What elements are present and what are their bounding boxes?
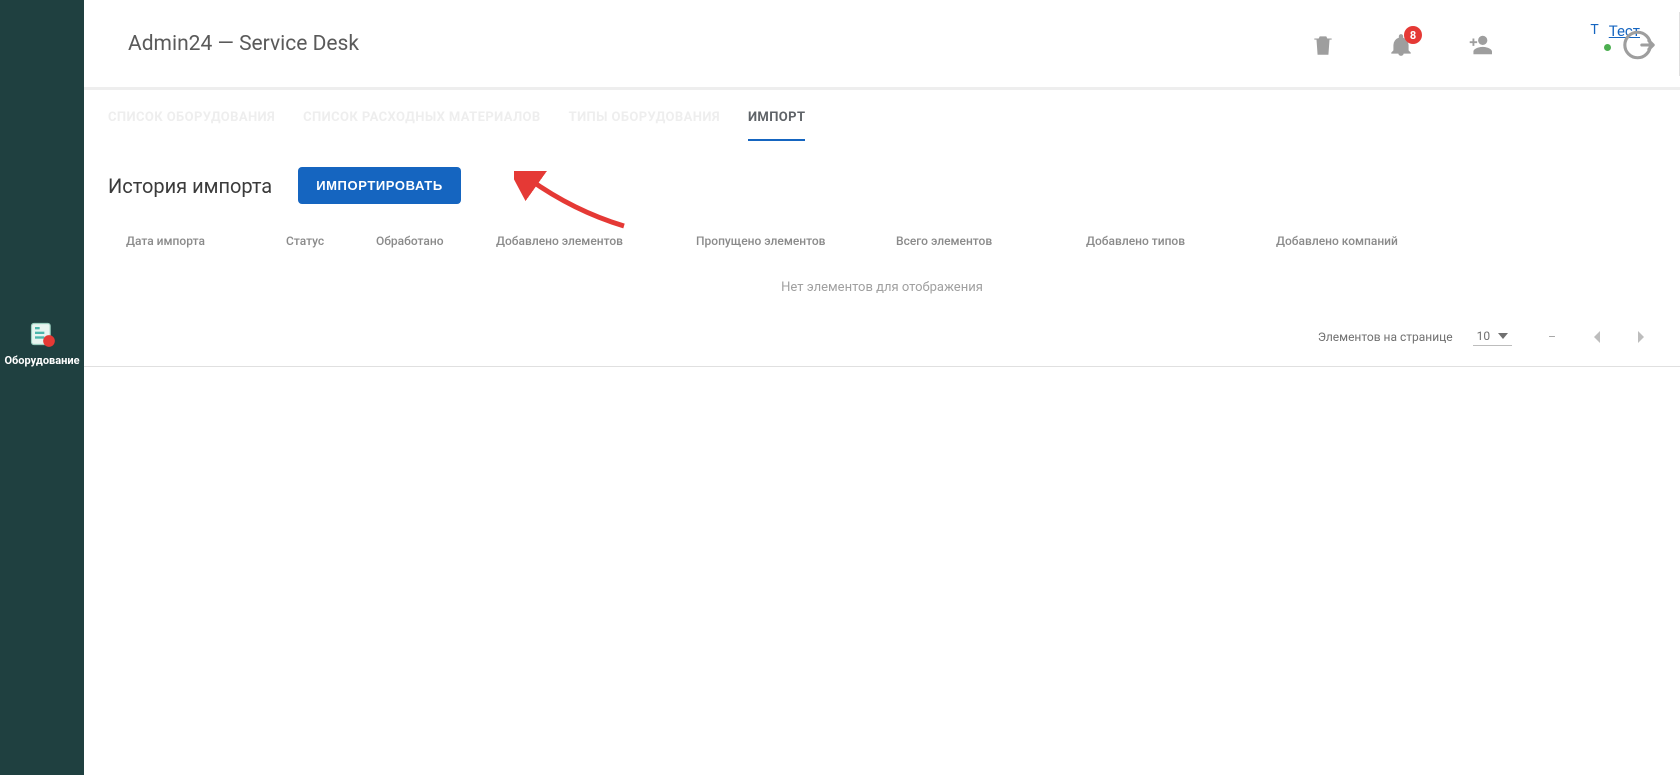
- col-added-companies: Добавлено компаний: [1276, 234, 1638, 248]
- equipment-icon: [28, 320, 56, 348]
- title-row: История импорта ИМПОРТИРОВАТЬ: [108, 167, 1656, 204]
- notifications-badge: 8: [1404, 26, 1422, 44]
- tabs: СПИСОК ОБОРУДОВАНИЯ СПИСОК РАСХОДНЫХ МАТ…: [108, 90, 1656, 141]
- col-import-date: Дата импорта: [126, 234, 286, 248]
- tab-equipment-list[interactable]: СПИСОК ОБОРУДОВАНИЯ: [108, 110, 275, 141]
- col-added-types: Добавлено типов: [1086, 234, 1276, 248]
- trash-icon[interactable]: [1310, 32, 1336, 58]
- main: Admin24 — Service Desk 8 Т Тест: [84, 0, 1680, 775]
- logout-icon[interactable]: [1622, 28, 1656, 62]
- tab-equipment-types[interactable]: ТИПЫ ОБОРУДОВАНИЯ: [569, 110, 720, 141]
- page-size-select[interactable]: 10: [1473, 327, 1513, 346]
- status-online-dot: [1604, 44, 1611, 51]
- sidebar-item-equipment[interactable]: Оборудование: [4, 320, 79, 367]
- section-title: История импорта: [108, 174, 272, 198]
- page-size: Элементов на странице 10: [1318, 327, 1512, 346]
- page-size-label: Элементов на странице: [1318, 330, 1453, 344]
- col-added-items: Добавлено элементов: [496, 234, 696, 248]
- bell-icon[interactable]: 8: [1388, 32, 1414, 58]
- col-total-items: Всего элементов: [896, 234, 1086, 248]
- sidebar: Оборудование: [0, 0, 84, 775]
- user-initial: Т: [1590, 22, 1598, 38]
- page-size-value: 10: [1477, 329, 1491, 343]
- content: СПИСОК ОБОРУДОВАНИЯ СПИСОК РАСХОДНЫХ МАТ…: [84, 90, 1680, 367]
- col-status: Статус: [286, 234, 376, 248]
- sidebar-item-label: Оборудование: [4, 354, 79, 367]
- col-skipped-items: Пропущено элементов: [696, 234, 896, 248]
- header: Admin24 — Service Desk 8 Т Тест: [84, 0, 1680, 90]
- chevron-down-icon: [1498, 333, 1508, 339]
- add-user-icon[interactable]: [1466, 32, 1492, 58]
- table-empty-message: Нет элементов для отображения: [108, 262, 1656, 307]
- app-title: Admin24 — Service Desk: [128, 32, 359, 56]
- table-header: Дата импорта Статус Обработано Добавлено…: [108, 212, 1656, 262]
- pagination: Элементов на странице 10 –: [84, 311, 1680, 367]
- import-button[interactable]: ИМПОРТИРОВАТЬ: [298, 167, 461, 204]
- pagination-prev[interactable]: [1592, 330, 1602, 344]
- pagination-next[interactable]: [1638, 330, 1648, 344]
- header-actions: 8: [1310, 0, 1492, 90]
- col-processed: Обработано: [376, 234, 496, 248]
- tab-consumables-list[interactable]: СПИСОК РАСХОДНЫХ МАТЕРИАЛОВ: [303, 110, 540, 141]
- pagination-range: –: [1548, 330, 1556, 344]
- tab-import[interactable]: ИМПОРТ: [748, 110, 805, 141]
